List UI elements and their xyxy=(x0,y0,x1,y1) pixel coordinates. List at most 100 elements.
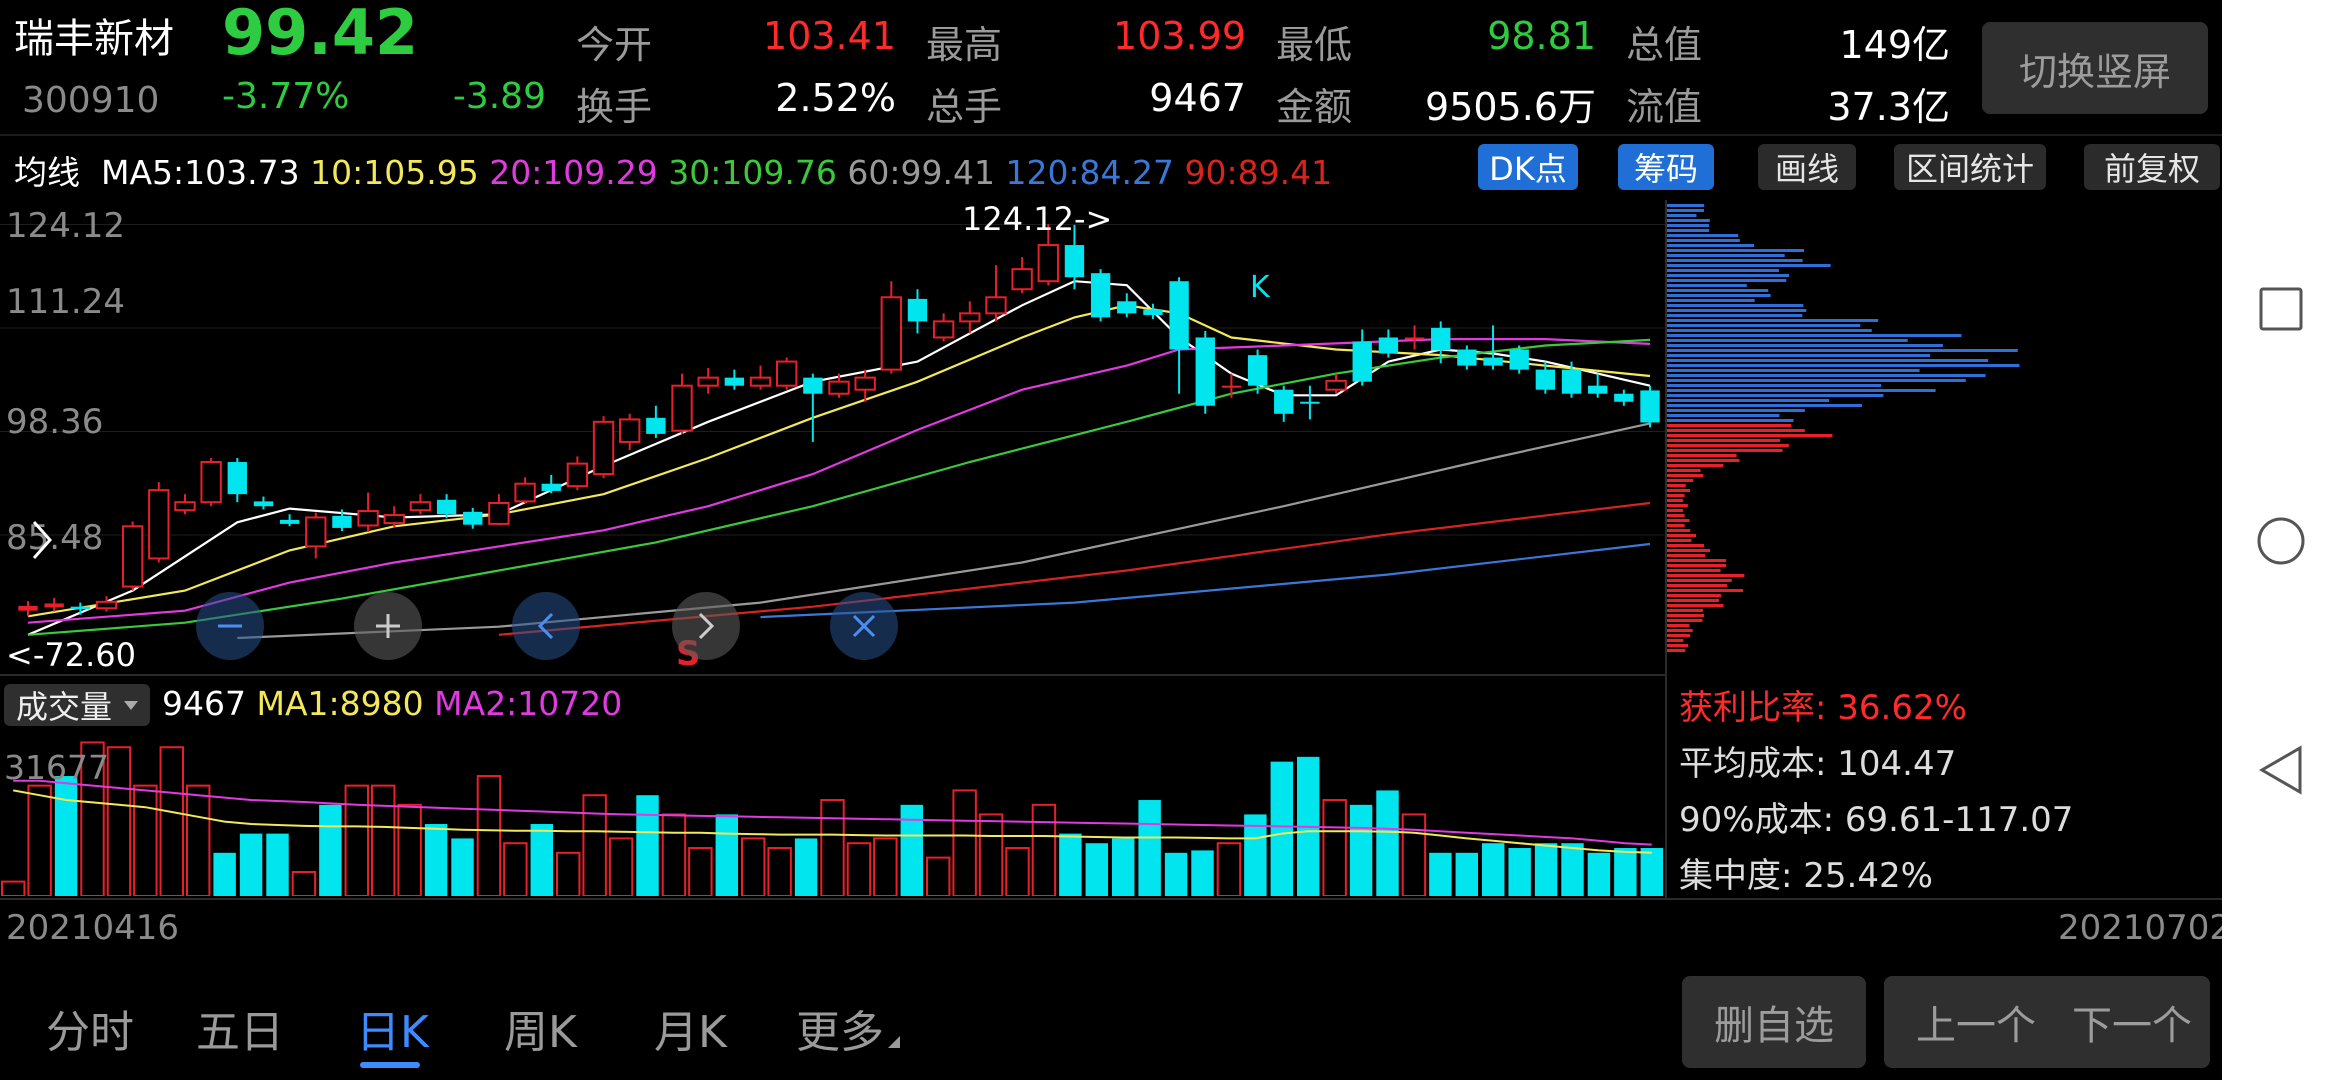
volume-bar xyxy=(661,813,687,896)
chip-bar xyxy=(1667,314,1803,317)
volume-bar xyxy=(1,880,26,896)
dk-point-button[interactable]: DK点 xyxy=(1478,144,1578,190)
draw-line-button[interactable]: 画线 xyxy=(1758,144,1856,190)
volume-bar xyxy=(1455,852,1478,896)
tab-more[interactable]: 更多 xyxy=(796,996,884,1060)
tab-intraday[interactable]: 分时 xyxy=(46,996,134,1060)
scroll-left-button[interactable] xyxy=(512,592,580,660)
next-stock-button[interactable]: 下一个 xyxy=(2054,976,2210,1068)
ma-legend: 均线 MA5:103.73 10:105.95 20:109.29 30:109… xyxy=(14,146,1332,194)
reset-view-button[interactable] xyxy=(830,592,898,660)
volume-chart[interactable] xyxy=(0,736,1665,896)
tab-monthly-k[interactable]: 月K xyxy=(654,996,727,1060)
volume-bar xyxy=(636,795,659,896)
circle-nav-icon[interactable] xyxy=(2256,516,2306,566)
chip-bar xyxy=(1667,424,1792,427)
candle-body xyxy=(749,376,772,387)
chip-bar xyxy=(1667,339,1908,342)
chip-bar xyxy=(1667,259,1803,262)
tab-weekly-k[interactable]: 周K xyxy=(504,996,577,1060)
chip-bar xyxy=(1667,264,1831,267)
chip-bar xyxy=(1667,514,1685,517)
high-value: 103.99 xyxy=(1113,14,1246,58)
volume-bar xyxy=(319,804,342,896)
candle-body xyxy=(803,377,823,394)
chip-bar xyxy=(1667,224,1710,227)
indicator-selector[interactable]: 成交量 xyxy=(4,684,150,726)
volume-bar xyxy=(106,746,132,896)
volume-bar xyxy=(846,842,872,896)
candle-body xyxy=(227,462,247,495)
tab-five-day[interactable]: 五日 xyxy=(196,996,284,1060)
candle-body xyxy=(1561,369,1582,394)
ma20-value: 20:109.29 xyxy=(489,153,658,192)
switch-portrait-button[interactable]: 切换竖屏 xyxy=(1982,22,2208,114)
chip-bar xyxy=(1667,564,1727,567)
zoom-out-button[interactable] xyxy=(196,592,264,660)
triangle-back-icon[interactable] xyxy=(2258,744,2304,796)
chip-bar xyxy=(1667,269,1779,272)
volume-value: 9467 xyxy=(162,684,246,723)
chip-bar xyxy=(1667,319,1879,322)
zoom-in-button[interactable] xyxy=(354,592,422,660)
volume-bar xyxy=(1534,843,1558,896)
chip-bar xyxy=(1667,369,1920,372)
chip-bar xyxy=(1667,649,1686,652)
candle-body xyxy=(697,376,719,387)
mcap-value: 149亿 xyxy=(1839,23,1950,67)
chip-bar xyxy=(1667,354,1931,357)
float-label: 流值 xyxy=(1626,85,1703,129)
volume-bar xyxy=(1561,843,1584,896)
chip-bar xyxy=(1667,574,1745,577)
candle-body xyxy=(1431,327,1451,351)
chip-bar xyxy=(1667,434,1833,437)
scroll-right-button[interactable] xyxy=(672,592,740,660)
change-percent: -3.77% xyxy=(222,76,350,117)
volume-bar xyxy=(27,784,52,896)
chip-bar xyxy=(1667,584,1728,587)
candle-body xyxy=(1325,379,1347,391)
volume-bar xyxy=(1587,852,1611,896)
candle-body xyxy=(1352,341,1372,382)
chip-bar xyxy=(1667,524,1685,527)
forward-adjust-button[interactable]: 前复权 xyxy=(2084,144,2220,190)
candle-body xyxy=(1483,357,1503,366)
chip-bar xyxy=(1667,459,1740,462)
chip-button[interactable]: 筹码 xyxy=(1618,144,1714,190)
remove-watchlist-button[interactable]: 删自选 xyxy=(1682,976,1866,1068)
change-amount: -3.89 xyxy=(452,76,546,117)
candle-body xyxy=(724,377,745,386)
candle-body xyxy=(1404,337,1425,340)
square-nav-icon[interactable] xyxy=(2258,286,2304,332)
interval-stats-button[interactable]: 区间统计 xyxy=(1894,144,2046,190)
candle-body xyxy=(1117,301,1137,314)
chip-bar xyxy=(1667,569,1721,572)
reset-icon xyxy=(852,614,876,638)
hands-value: 9467 xyxy=(1149,76,1246,120)
ma120-value: 120:84.27 xyxy=(1005,153,1175,192)
chip-bar xyxy=(1667,504,1688,507)
volume-bar xyxy=(794,838,818,896)
chip-bar xyxy=(1667,419,1794,422)
candle-body xyxy=(646,417,666,434)
chip-bar xyxy=(1667,429,1805,432)
chip-bar xyxy=(1667,499,1683,502)
volume-bar xyxy=(1112,838,1135,896)
volume-bar xyxy=(900,804,923,896)
hands-label: 总手 xyxy=(926,85,1003,129)
chip-bar xyxy=(1667,324,1861,327)
volume-bar xyxy=(344,784,370,896)
volume-bar xyxy=(213,852,236,896)
chip-bar xyxy=(1667,529,1691,532)
volume-bar xyxy=(1429,852,1452,896)
chip-bar xyxy=(1667,254,1785,257)
tab-daily-k[interactable]: 日K xyxy=(356,996,429,1060)
volume-bar xyxy=(1376,790,1399,896)
k-marker: K xyxy=(1250,270,1270,305)
volume-bar xyxy=(133,784,158,896)
ma5-value: MA5:103.73 xyxy=(100,153,300,192)
candle-body xyxy=(1640,390,1660,423)
expand-left-button[interactable] xyxy=(20,512,60,568)
more-corner-icon xyxy=(888,1036,900,1048)
previous-stock-button[interactable]: 上一个 xyxy=(1884,976,2068,1068)
